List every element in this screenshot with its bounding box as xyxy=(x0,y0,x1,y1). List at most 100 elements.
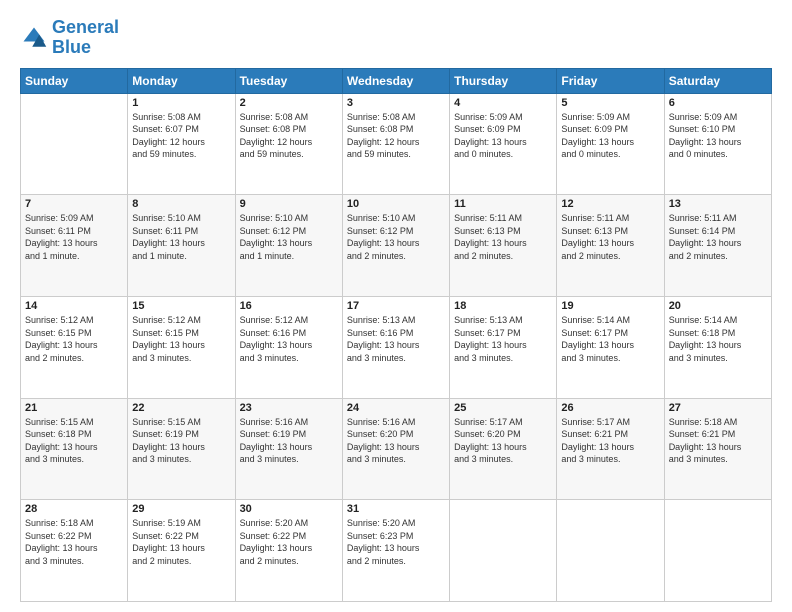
weekday-header-row: SundayMondayTuesdayWednesdayThursdayFrid… xyxy=(21,68,772,93)
calendar-cell: 1 Sunrise: 5:08 AM Sunset: 6:07 PM Daylig… xyxy=(128,93,235,195)
week-row-4: 28 Sunrise: 5:18 AM Sunset: 6:22 PM Dayli… xyxy=(21,500,772,602)
cell-content: Sunrise: 5:10 AM Sunset: 6:12 PM Dayligh… xyxy=(347,212,445,262)
day-number: 6 xyxy=(669,97,767,109)
day-number: 11 xyxy=(454,198,552,210)
weekday-header-friday: Friday xyxy=(557,68,664,93)
calendar-cell: 27 Sunrise: 5:18 AM Sunset: 6:21 PM Dayli… xyxy=(664,398,771,500)
cell-content: Sunrise: 5:15 AM Sunset: 6:19 PM Dayligh… xyxy=(132,416,230,466)
day-number: 3 xyxy=(347,97,445,109)
day-number: 10 xyxy=(347,198,445,210)
calendar-cell: 18 Sunrise: 5:13 AM Sunset: 6:17 PM Dayli… xyxy=(450,296,557,398)
cell-content: Sunrise: 5:16 AM Sunset: 6:20 PM Dayligh… xyxy=(347,416,445,466)
calendar-cell: 31 Sunrise: 5:20 AM Sunset: 6:23 PM Dayli… xyxy=(342,500,449,602)
calendar-cell: 6Sunrise: 5:09 AM Sunset: 6:10 PM Daylig… xyxy=(664,93,771,195)
calendar-cell: 3Sunrise: 5:08 AM Sunset: 6:08 PM Daylig… xyxy=(342,93,449,195)
day-number: 5 xyxy=(561,97,659,109)
cell-content: Sunrise: 5:14 AM Sunset: 6:18 PM Dayligh… xyxy=(669,314,767,364)
calendar-cell: 4 Sunrise: 5:09 AM Sunset: 6:09 PM Daylig… xyxy=(450,93,557,195)
calendar-cell: 12Sunrise: 5:11 AM Sunset: 6:13 PM Dayli… xyxy=(557,195,664,297)
logo-text: General Blue xyxy=(52,18,119,58)
cell-content: Sunrise: 5:20 AM Sunset: 6:23 PM Dayligh… xyxy=(347,517,445,567)
calendar-table: SundayMondayTuesdayWednesdayThursdayFrid… xyxy=(20,68,772,602)
calendar-cell: 24 Sunrise: 5:16 AM Sunset: 6:20 PM Dayli… xyxy=(342,398,449,500)
calendar-cell: 30Sunrise: 5:20 AM Sunset: 6:22 PM Dayli… xyxy=(235,500,342,602)
day-number: 12 xyxy=(561,198,659,210)
calendar-cell: 13 Sunrise: 5:11 AM Sunset: 6:14 PM Dayli… xyxy=(664,195,771,297)
calendar-cell xyxy=(450,500,557,602)
day-number: 8 xyxy=(132,198,230,210)
cell-content: Sunrise: 5:09 AM Sunset: 6:09 PM Dayligh… xyxy=(561,111,659,161)
calendar-cell xyxy=(21,93,128,195)
cell-content: Sunrise: 5:12 AM Sunset: 6:16 PM Dayligh… xyxy=(240,314,338,364)
cell-content: Sunrise: 5:18 AM Sunset: 6:21 PM Dayligh… xyxy=(669,416,767,466)
calendar-cell: 17Sunrise: 5:13 AM Sunset: 6:16 PM Dayli… xyxy=(342,296,449,398)
cell-content: Sunrise: 5:18 AM Sunset: 6:22 PM Dayligh… xyxy=(25,517,123,567)
weekday-header-tuesday: Tuesday xyxy=(235,68,342,93)
cell-content: Sunrise: 5:20 AM Sunset: 6:22 PM Dayligh… xyxy=(240,517,338,567)
cell-content: Sunrise: 5:12 AM Sunset: 6:15 PM Dayligh… xyxy=(25,314,123,364)
calendar-cell: 11 Sunrise: 5:11 AM Sunset: 6:13 PM Dayli… xyxy=(450,195,557,297)
calendar-cell: 9 Sunrise: 5:10 AM Sunset: 6:12 PM Daylig… xyxy=(235,195,342,297)
day-number: 31 xyxy=(347,503,445,515)
calendar-cell: 7 Sunrise: 5:09 AM Sunset: 6:11 PM Daylig… xyxy=(21,195,128,297)
calendar-cell: 2 Sunrise: 5:08 AM Sunset: 6:08 PM Daylig… xyxy=(235,93,342,195)
cell-content: Sunrise: 5:08 AM Sunset: 6:07 PM Dayligh… xyxy=(132,111,230,161)
day-number: 24 xyxy=(347,402,445,414)
calendar-page: General Blue SundayMondayTuesdayWednesda… xyxy=(0,0,792,612)
cell-content: Sunrise: 5:13 AM Sunset: 6:17 PM Dayligh… xyxy=(454,314,552,364)
calendar-cell: 28 Sunrise: 5:18 AM Sunset: 6:22 PM Dayli… xyxy=(21,500,128,602)
day-number: 19 xyxy=(561,300,659,312)
week-row-3: 21Sunrise: 5:15 AM Sunset: 6:18 PM Dayli… xyxy=(21,398,772,500)
calendar-cell: 23 Sunrise: 5:16 AM Sunset: 6:19 PM Dayli… xyxy=(235,398,342,500)
day-number: 20 xyxy=(669,300,767,312)
day-number: 29 xyxy=(132,503,230,515)
day-number: 23 xyxy=(240,402,338,414)
cell-content: Sunrise: 5:19 AM Sunset: 6:22 PM Dayligh… xyxy=(132,517,230,567)
calendar-cell: 16 Sunrise: 5:12 AM Sunset: 6:16 PM Dayli… xyxy=(235,296,342,398)
calendar-cell: 8 Sunrise: 5:10 AM Sunset: 6:11 PM Daylig… xyxy=(128,195,235,297)
day-number: 7 xyxy=(25,198,123,210)
calendar-cell: 25Sunrise: 5:17 AM Sunset: 6:20 PM Dayli… xyxy=(450,398,557,500)
cell-content: Sunrise: 5:10 AM Sunset: 6:11 PM Dayligh… xyxy=(132,212,230,262)
day-number: 13 xyxy=(669,198,767,210)
cell-content: Sunrise: 5:17 AM Sunset: 6:20 PM Dayligh… xyxy=(454,416,552,466)
day-number: 16 xyxy=(240,300,338,312)
calendar-cell: 5 Sunrise: 5:09 AM Sunset: 6:09 PM Daylig… xyxy=(557,93,664,195)
cell-content: Sunrise: 5:11 AM Sunset: 6:14 PM Dayligh… xyxy=(669,212,767,262)
cell-content: Sunrise: 5:13 AM Sunset: 6:16 PM Dayligh… xyxy=(347,314,445,364)
calendar-cell xyxy=(557,500,664,602)
weekday-header-wednesday: Wednesday xyxy=(342,68,449,93)
calendar-cell: 14 Sunrise: 5:12 AM Sunset: 6:15 PM Dayli… xyxy=(21,296,128,398)
cell-content: Sunrise: 5:11 AM Sunset: 6:13 PM Dayligh… xyxy=(454,212,552,262)
calendar-cell: 15 Sunrise: 5:12 AM Sunset: 6:15 PM Dayli… xyxy=(128,296,235,398)
calendar-cell: 10 Sunrise: 5:10 AM Sunset: 6:12 PM Dayli… xyxy=(342,195,449,297)
day-number: 4 xyxy=(454,97,552,109)
cell-content: Sunrise: 5:10 AM Sunset: 6:12 PM Dayligh… xyxy=(240,212,338,262)
day-number: 14 xyxy=(25,300,123,312)
calendar-cell xyxy=(664,500,771,602)
calendar-cell: 29 Sunrise: 5:19 AM Sunset: 6:22 PM Dayli… xyxy=(128,500,235,602)
cell-content: Sunrise: 5:17 AM Sunset: 6:21 PM Dayligh… xyxy=(561,416,659,466)
day-number: 27 xyxy=(669,402,767,414)
calendar-cell: 21Sunrise: 5:15 AM Sunset: 6:18 PM Dayli… xyxy=(21,398,128,500)
day-number: 1 xyxy=(132,97,230,109)
day-number: 26 xyxy=(561,402,659,414)
cell-content: Sunrise: 5:12 AM Sunset: 6:15 PM Dayligh… xyxy=(132,314,230,364)
cell-content: Sunrise: 5:08 AM Sunset: 6:08 PM Dayligh… xyxy=(240,111,338,161)
calendar-cell: 20 Sunrise: 5:14 AM Sunset: 6:18 PM Dayli… xyxy=(664,296,771,398)
day-number: 18 xyxy=(454,300,552,312)
calendar-cell: 22Sunrise: 5:15 AM Sunset: 6:19 PM Dayli… xyxy=(128,398,235,500)
week-row-1: 7 Sunrise: 5:09 AM Sunset: 6:11 PM Daylig… xyxy=(21,195,772,297)
calendar-cell: 19Sunrise: 5:14 AM Sunset: 6:17 PM Dayli… xyxy=(557,296,664,398)
cell-content: Sunrise: 5:09 AM Sunset: 6:11 PM Dayligh… xyxy=(25,212,123,262)
day-number: 2 xyxy=(240,97,338,109)
day-number: 28 xyxy=(25,503,123,515)
weekday-header-saturday: Saturday xyxy=(664,68,771,93)
cell-content: Sunrise: 5:16 AM Sunset: 6:19 PM Dayligh… xyxy=(240,416,338,466)
weekday-header-sunday: Sunday xyxy=(21,68,128,93)
header: General Blue xyxy=(20,18,772,58)
day-number: 9 xyxy=(240,198,338,210)
calendar-cell: 26 Sunrise: 5:17 AM Sunset: 6:21 PM Dayli… xyxy=(557,398,664,500)
cell-content: Sunrise: 5:09 AM Sunset: 6:09 PM Dayligh… xyxy=(454,111,552,161)
day-number: 15 xyxy=(132,300,230,312)
